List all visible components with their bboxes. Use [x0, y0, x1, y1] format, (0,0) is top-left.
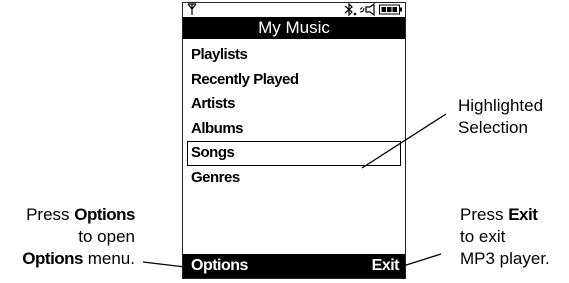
options-callout-prefix: Press [26, 205, 75, 224]
screen-title: My Music [183, 17, 405, 39]
options-callout: Press Options to open Options menu. [0, 204, 135, 270]
highlight-callout-line1: Highlighted [458, 96, 544, 115]
exit-callout-line3: MP3 player. [460, 249, 550, 268]
phone-screen: My Music Playlists Recently Played Artis… [182, 2, 406, 279]
options-callout-line2: to open [78, 227, 135, 246]
options-callout-keyword: Options [74, 205, 135, 224]
options-leader-line [142, 261, 186, 268]
highlighted-selection-callout: Highlighted Selection [458, 95, 568, 139]
menu-item-playlists[interactable]: Playlists [183, 43, 405, 68]
options-callout-menu-keyword: Options [22, 249, 84, 268]
menu-item-albums[interactable]: Albums [183, 117, 405, 142]
highlight-callout-line2: Selection [458, 118, 528, 137]
exit-callout-prefix: Press [460, 205, 509, 224]
exit-softkey[interactable]: Exit [372, 254, 400, 278]
signal-icon [187, 3, 197, 15]
menu-item-songs[interactable]: Songs [187, 141, 401, 166]
exit-callout-line2: to exit [460, 227, 506, 246]
bluetooth-icon [344, 3, 357, 16]
music-menu-list: Playlists Recently Played Artists Albums… [183, 43, 405, 190]
menu-item-genres[interactable]: Genres [183, 166, 405, 191]
menu-item-artists[interactable]: Artists [183, 92, 405, 117]
exit-leader-line [399, 253, 442, 268]
exit-callout-keyword: Exit [508, 205, 538, 224]
options-callout-suffix: menu. [83, 249, 135, 268]
exit-callout: Press Exit to exit MP3 player. [460, 204, 568, 270]
options-softkey[interactable]: Options [191, 254, 248, 278]
softkey-bar: Options Exit [183, 254, 405, 278]
ringer-icon [359, 3, 375, 16]
battery-icon [379, 4, 402, 15]
menu-item-recently-played[interactable]: Recently Played [183, 68, 405, 93]
status-bar [183, 3, 405, 17]
